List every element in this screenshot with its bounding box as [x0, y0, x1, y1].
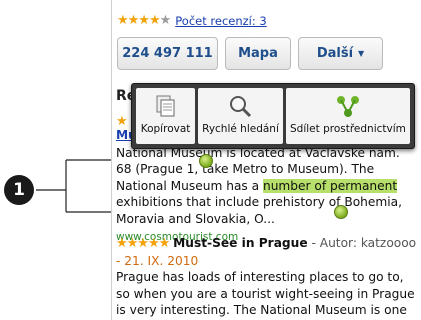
review-text-after: exhibitions that include prehistory of B… [116, 195, 402, 226]
review-title[interactable]: Must-See in Prague [173, 236, 307, 250]
phone-screen: ★★★★★ Počet recenzí: 3 224 497 111 Mapa … [111, 0, 421, 320]
review-stars: ★★★★★ [116, 236, 170, 251]
text-selection-popup: Kopírovat Rychlé hledání Sdílet prostřed… [131, 83, 415, 149]
review-text: Prague has loads of interesting places t… [116, 270, 415, 320]
share-icon [336, 96, 359, 117]
review-author-sep: - Autor: [307, 236, 361, 250]
share-label: Sdílet prostřednictvím [289, 123, 406, 135]
copy-icon [156, 95, 175, 117]
copy-label: Kopírovat [140, 123, 191, 135]
review-author: katzoooo [360, 236, 417, 250]
more-button[interactable]: Další ▼ [298, 37, 383, 70]
selection-start-handle[interactable] [199, 154, 213, 168]
chevron-down-icon: ▼ [358, 49, 365, 58]
rating-row: ★★★★★ Počet recenzí: 3 [117, 13, 267, 28]
selection-end-handle[interactable] [334, 205, 348, 219]
review-item: ★★★★★ Must-See in Prague - Autor: katzoo… [116, 235, 420, 320]
map-button[interactable]: Mapa [225, 37, 291, 70]
rating-stars: ★★★★★ [117, 13, 171, 28]
quick-search-button[interactable]: Rychlé hledání [198, 88, 283, 144]
share-button[interactable]: Sdílet prostřednictvím [285, 88, 410, 144]
magnifier-icon [230, 96, 252, 118]
action-buttons: 224 497 111 Mapa Další ▼ [117, 37, 383, 70]
more-button-label: Další [316, 46, 354, 61]
selected-text[interactable]: number of permanent [262, 178, 398, 193]
review-text: National Museum is located at Václavské … [116, 145, 418, 228]
review-count-link[interactable]: Počet recenzí: 3 [175, 14, 266, 28]
review-date: - 21. IX. 2010 [116, 253, 199, 268]
call-button[interactable]: 224 497 111 [117, 37, 218, 70]
copy-button[interactable]: Kopírovat [136, 88, 196, 144]
quick-search-label: Rychlé hledání [202, 123, 279, 135]
